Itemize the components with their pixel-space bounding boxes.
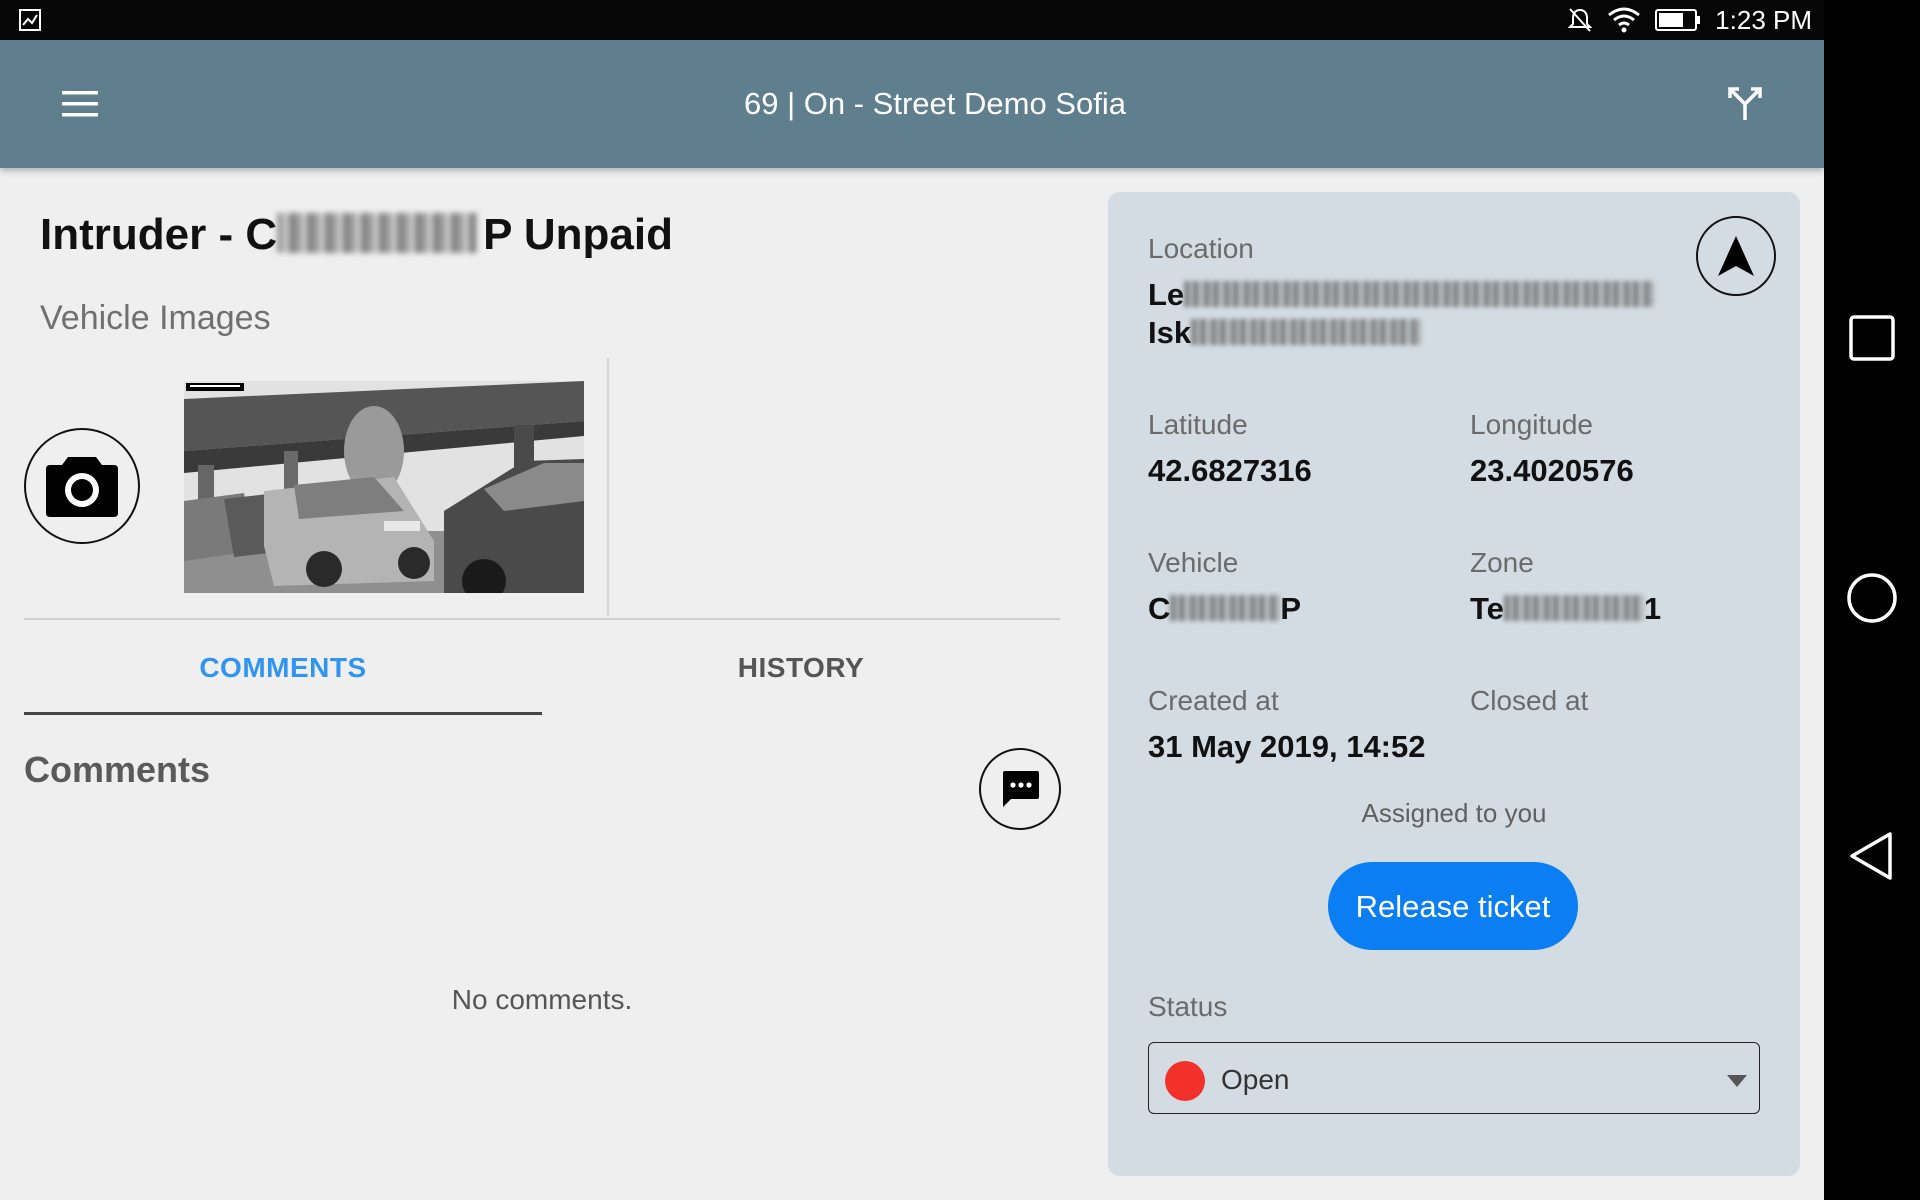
- zone-value: Te 1: [1470, 590, 1661, 628]
- vehicle-value-end: P: [1280, 591, 1302, 626]
- comment-icon: [1003, 771, 1039, 807]
- longitude-label: Longitude: [1470, 409, 1594, 440]
- navigate-button[interactable]: [1696, 216, 1776, 296]
- zone-label: Zone: [1470, 547, 1534, 578]
- vehicle-photo[interactable]: [184, 381, 584, 593]
- status-select[interactable]: Open: [1148, 1042, 1760, 1114]
- redacted-location: [1191, 319, 1422, 345]
- battery-icon: [1655, 9, 1701, 31]
- chevron-down-icon: [1727, 1075, 1747, 1087]
- location-label: Location: [1148, 233, 1254, 264]
- clock: 1:23 PM: [1715, 5, 1812, 35]
- created-at-value: 31 May 2019, 14:52: [1148, 729, 1426, 764]
- closed-at-label: Closed at: [1470, 685, 1589, 716]
- recents-icon[interactable]: [1846, 312, 1898, 364]
- latitude-label: Latitude: [1148, 409, 1248, 440]
- tab-history[interactable]: HISTORY: [542, 640, 1060, 696]
- vehicle-value: CP: [1148, 590, 1301, 628]
- zone-value-start: Te: [1470, 591, 1504, 626]
- redacted-zone: [1503, 595, 1644, 621]
- zone-value-end: 1: [1643, 591, 1662, 626]
- location-value: Le Isk: [1148, 276, 1668, 352]
- camera-icon: [46, 457, 118, 517]
- vehicle-value-start: C: [1148, 591, 1171, 626]
- ticket-title-suffix: P Unpaid: [483, 210, 673, 259]
- app-bar: 69 | On - Street Demo Sofia: [0, 40, 1824, 168]
- tab-indicator: [24, 712, 542, 715]
- status-label: Status: [1148, 991, 1228, 1022]
- redacted-plate: [277, 213, 478, 253]
- navigation-arrow-icon: [1718, 236, 1754, 276]
- no-comments-text: No comments.: [451, 984, 633, 1015]
- status-bar: 1:23 PM: [0, 0, 1824, 40]
- redacted-plate: [1170, 595, 1281, 621]
- comments-heading: Comments: [24, 749, 211, 790]
- status-indicator: [1165, 1061, 1205, 1101]
- vehicle-images-label: Vehicle Images: [40, 299, 271, 337]
- merge-icon[interactable]: [1726, 84, 1764, 122]
- home-icon[interactable]: [1846, 572, 1898, 624]
- redacted-location: [1184, 281, 1655, 307]
- back-icon[interactable]: [1846, 830, 1898, 882]
- ticket-title-prefix: Intruder - C: [40, 210, 278, 259]
- wifi-icon: [1608, 7, 1641, 33]
- status-icons: 1:23 PM: [1567, 5, 1812, 35]
- release-ticket-button[interactable]: Release ticket: [1328, 862, 1578, 950]
- longitude-value: 23.4020576: [1470, 453, 1634, 488]
- image-icon: [19, 9, 41, 31]
- photo-divider: [607, 358, 609, 616]
- created-at-label: Created at: [1148, 685, 1279, 716]
- location-line-2: Isk: [1148, 315, 1192, 350]
- ticket-title: Intruder - C P Unpaid: [40, 207, 673, 263]
- mute-icon: [1567, 8, 1593, 32]
- latitude-value: 42.6827316: [1148, 453, 1312, 488]
- tab-comments[interactable]: COMMENTS: [24, 640, 542, 696]
- add-comment-button[interactable]: [979, 748, 1061, 830]
- vehicle-label: Vehicle: [1148, 547, 1239, 578]
- assigned-text: Assigned to you: [1361, 798, 1547, 828]
- location-line-1: Le: [1148, 277, 1185, 312]
- app-title: 69 | On - Street Demo Sofia: [744, 86, 1126, 121]
- camera-button[interactable]: [24, 428, 140, 544]
- tabs-divider: [24, 618, 1060, 620]
- status-value: Open: [1221, 1064, 1290, 1095]
